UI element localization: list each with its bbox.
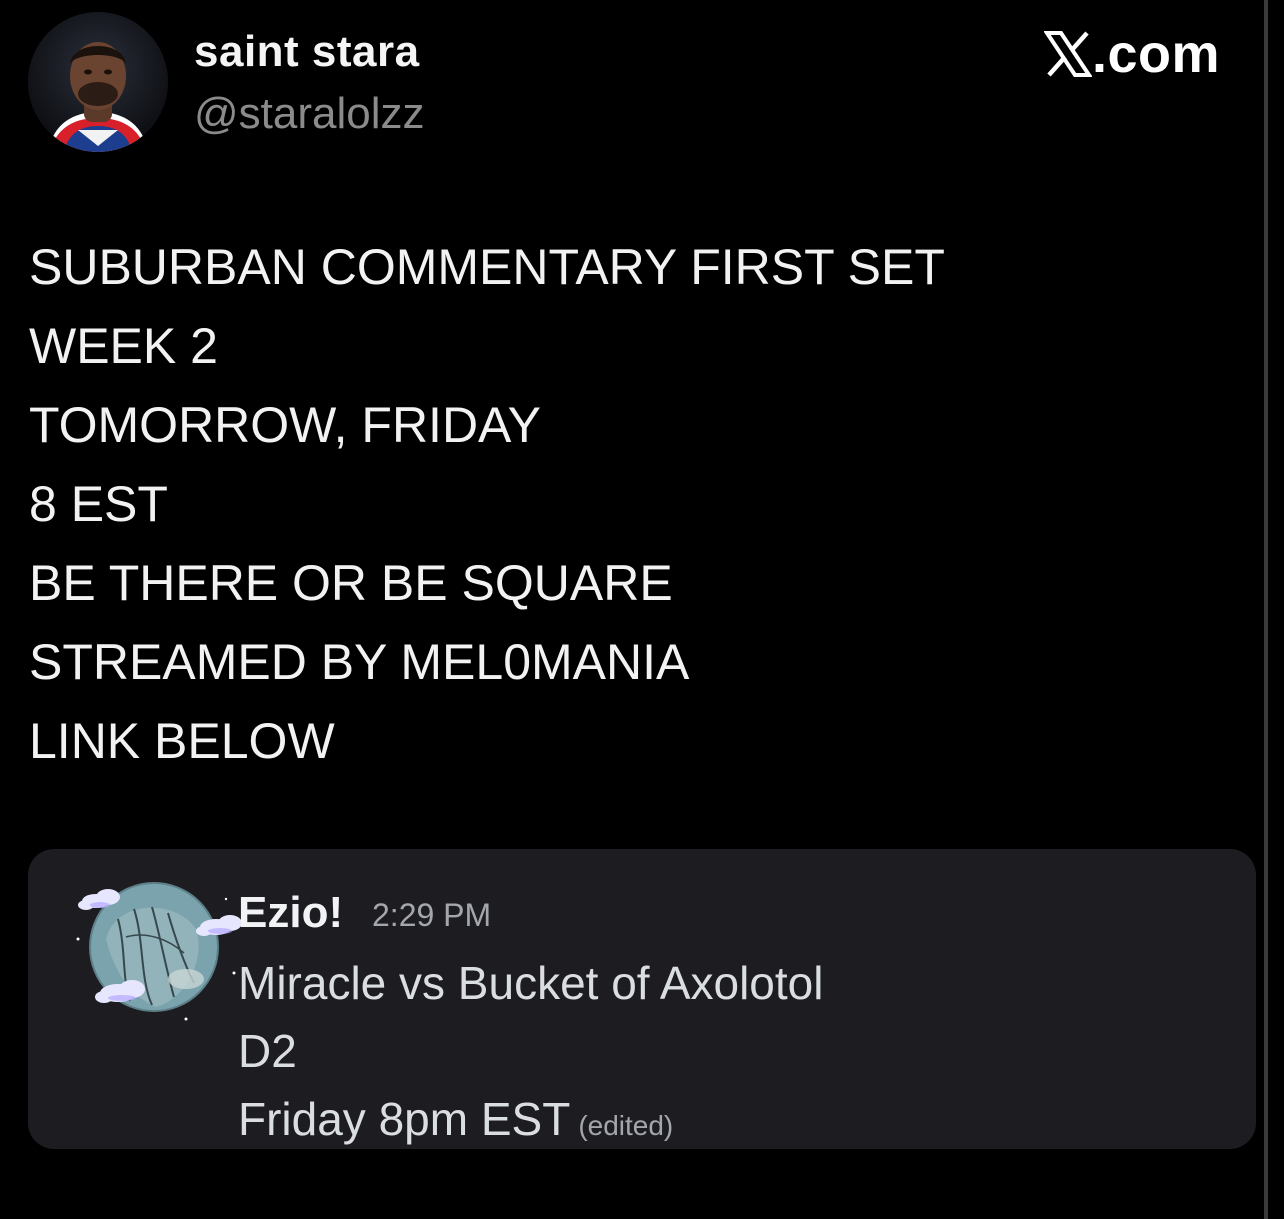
tweet-line: SUBURBAN COMMENTARY FIRST SET xyxy=(29,239,945,295)
tweet-line: TOMORROW, FRIDAY xyxy=(29,397,542,453)
tweet-text: SUBURBAN COMMENTARY FIRST SET WEEK 2 TOM… xyxy=(29,228,1229,781)
edited-label: (edited) xyxy=(578,1110,674,1141)
message-author-avatar[interactable] xyxy=(56,879,246,1029)
x-logo-icon xyxy=(1044,31,1092,77)
profile-avatar-image xyxy=(28,12,168,152)
message-timestamp: 2:29 PM xyxy=(372,897,492,933)
screen-edge-divider xyxy=(1264,0,1268,1219)
profile-avatar[interactable] xyxy=(28,12,168,152)
x-brand-domain: .com xyxy=(1092,24,1221,84)
message-content: Miracle vs Bucket of Axolotol D2 Friday … xyxy=(238,949,823,1149)
embedded-message-card[interactable]: Ezio! 2:29 PM Miracle vs Bucket of Axolo… xyxy=(28,849,1256,1149)
message-line: D2 xyxy=(238,1025,297,1077)
message-author-name[interactable]: Ezio! xyxy=(238,887,343,939)
tweet-line: LINK BELOW xyxy=(29,713,335,769)
message-line: Miracle vs Bucket of Axolotol xyxy=(238,957,824,1009)
tweet-line: BE THERE OR BE SQUARE xyxy=(29,555,673,611)
tweet-line: 8 EST xyxy=(29,476,168,532)
message-line-text: Friday 8pm EST xyxy=(238,1093,571,1145)
message-line-last: Friday 8pm EST (edited) xyxy=(238,1085,823,1149)
tweet-line: STREAMED BY MEL0MANIA xyxy=(29,634,690,690)
tweet-line: WEEK 2 xyxy=(29,318,218,374)
x-brand-logo: .com xyxy=(1044,24,1220,84)
display-name[interactable]: saint stara xyxy=(194,26,420,78)
user-handle[interactable]: @staralolzz xyxy=(194,88,425,140)
